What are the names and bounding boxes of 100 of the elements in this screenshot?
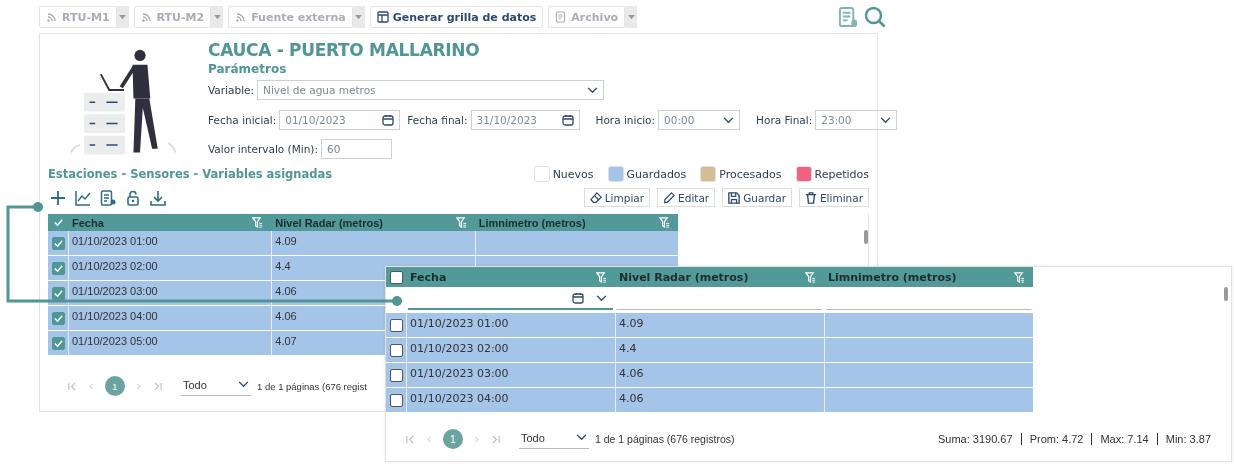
signal-icon: [140, 11, 153, 23]
table-cell: 01/10/2023 04:00: [406, 388, 615, 412]
table-cell: 4.09: [271, 231, 475, 255]
column-header[interactable]: Fecha: [72, 216, 104, 229]
column-header[interactable]: Nivel Radar (metros): [619, 270, 749, 284]
pencil-icon: [663, 191, 676, 204]
caret-icon: [119, 14, 127, 20]
interval-field[interactable]: 60: [320, 139, 392, 159]
pager-info: 1 de 1 páginas (676 registros): [595, 433, 735, 445]
row-checkbox[interactable]: [51, 261, 65, 275]
chevron-down-icon: [238, 381, 249, 388]
row-checkbox[interactable]: [389, 368, 403, 382]
line-chart-icon[interactable]: [75, 189, 91, 206]
caret-icon: [355, 14, 363, 20]
row-checkbox[interactable]: [51, 336, 65, 350]
last-page-icon[interactable]: [491, 434, 500, 444]
field-label: Fecha inicial:: [208, 114, 277, 126]
chevron-down-icon: [576, 434, 587, 441]
summary-value: Max: 7.14: [1091, 433, 1157, 445]
table-cell: 4.4: [615, 338, 824, 362]
table-cell: 01/10/2023 02:00: [68, 256, 272, 280]
column-header[interactable]: Nivel Radar (metros): [275, 216, 383, 229]
document-icon[interactable]: [839, 6, 858, 28]
last-page-icon[interactable]: [153, 381, 162, 391]
section-subtitle: Parámetros: [208, 62, 288, 76]
row-checkbox[interactable]: [389, 318, 403, 332]
first-page-icon[interactable]: [68, 381, 77, 391]
filter-icon[interactable]: [805, 271, 816, 283]
calendar-icon: [561, 114, 574, 126]
field-label: Valor intervalo (Min):: [208, 143, 318, 155]
table-cell: 01/10/2023 02:00: [406, 338, 615, 362]
page-size-dropdown[interactable]: Todo: [181, 376, 251, 396]
row-checkbox[interactable]: [389, 393, 403, 407]
summary-value: Prom: 4.72: [1020, 433, 1092, 445]
scrollbar-thumb[interactable]: [864, 230, 868, 244]
table-icon: [376, 11, 389, 23]
legend-label: Procesados: [719, 167, 782, 181]
row-checkbox[interactable]: [51, 286, 65, 300]
table-cell: 01/10/2023 01:00: [68, 231, 272, 255]
chevron-down-icon: [596, 294, 607, 302]
lock-icon[interactable]: [125, 189, 141, 206]
action-button[interactable]: Editar: [657, 188, 716, 207]
select-all-checkbox[interactable]: [389, 270, 403, 284]
chevron-down-icon: [587, 86, 599, 94]
station-title: CAUCA - PUERTO MALLARINO: [208, 40, 481, 60]
eraser-icon: [589, 191, 602, 204]
first-page-icon[interactable]: [406, 434, 415, 444]
pager-info: 1 de 1 páginas (676 regist: [257, 380, 367, 392]
plus-icon[interactable]: [50, 189, 66, 206]
search-icon[interactable]: [864, 6, 886, 28]
field-label: Variable:: [208, 84, 255, 96]
save-icon: [728, 191, 741, 204]
page-size-dropdown[interactable]: Todo: [519, 429, 589, 449]
filter-icon[interactable]: [252, 217, 264, 228]
table-cell: 01/10/2023 03:00: [68, 281, 272, 305]
column-header[interactable]: Limnimetro (metros): [478, 216, 586, 229]
calendar-icon: [382, 114, 395, 126]
column-header[interactable]: Limnimetro (metros): [828, 270, 957, 284]
row-checkbox[interactable]: [389, 343, 403, 357]
filter-icon[interactable]: [659, 217, 670, 228]
legend-label: Guardados: [626, 167, 687, 181]
action-button[interactable]: Eliminar: [798, 188, 869, 207]
download-icon[interactable]: [150, 189, 166, 206]
signal-icon: [235, 11, 248, 23]
filter-icon[interactable]: [1014, 271, 1025, 283]
page-button[interactable]: 1: [443, 429, 463, 449]
summary-value: Min: 3.87: [1156, 433, 1219, 445]
caret-icon: [627, 14, 635, 20]
variable-dropdown[interactable]: Nivel de agua metros: [257, 80, 605, 100]
action-button[interactable]: Limpiar: [583, 188, 651, 207]
scrollbar-thumb[interactable]: [1224, 287, 1228, 301]
summary-value: Suma: 3190.67: [937, 433, 1014, 445]
filter-icon[interactable]: [596, 271, 607, 283]
legend-label: Repetidos: [814, 167, 869, 181]
date-field[interactable]: 31/10/2023: [470, 110, 580, 130]
time-dropdown[interactable]: 00:00: [658, 110, 741, 130]
field-label: Hora inicio:: [595, 114, 656, 126]
table-cell: 4.06: [615, 388, 824, 412]
filter-icon[interactable]: [455, 217, 467, 228]
row-checkbox[interactable]: [51, 236, 65, 250]
page-button[interactable]: 1: [105, 376, 125, 396]
table-cell: 4.09: [615, 313, 824, 337]
calendar-icon: [572, 292, 584, 304]
document-icon: [555, 11, 568, 23]
dropdown-toggle[interactable]: [625, 6, 638, 28]
table-cell: 01/10/2023 04:00: [68, 306, 272, 330]
dropdown-toggle[interactable]: [211, 6, 224, 28]
field-label: Fecha final:: [407, 114, 468, 126]
table-cell: 01/10/2023 03:00: [406, 363, 615, 387]
action-button[interactable]: Guardar: [722, 188, 792, 207]
table-cell: 01/10/2023 01:00: [406, 313, 615, 337]
field-label: Hora Final:: [756, 114, 813, 126]
time-dropdown[interactable]: 23:00: [815, 110, 898, 130]
table-cell: 01/10/2023 05:00: [68, 331, 272, 355]
row-checkbox[interactable]: [51, 311, 65, 325]
report-icon[interactable]: [100, 189, 116, 206]
toolbar-button[interactable]: Generar grilla de datos: [369, 6, 544, 28]
date-field[interactable]: 01/10/2023: [279, 110, 401, 130]
chevron-down-icon: [880, 116, 892, 124]
legend-label: Nuevos: [552, 167, 594, 181]
